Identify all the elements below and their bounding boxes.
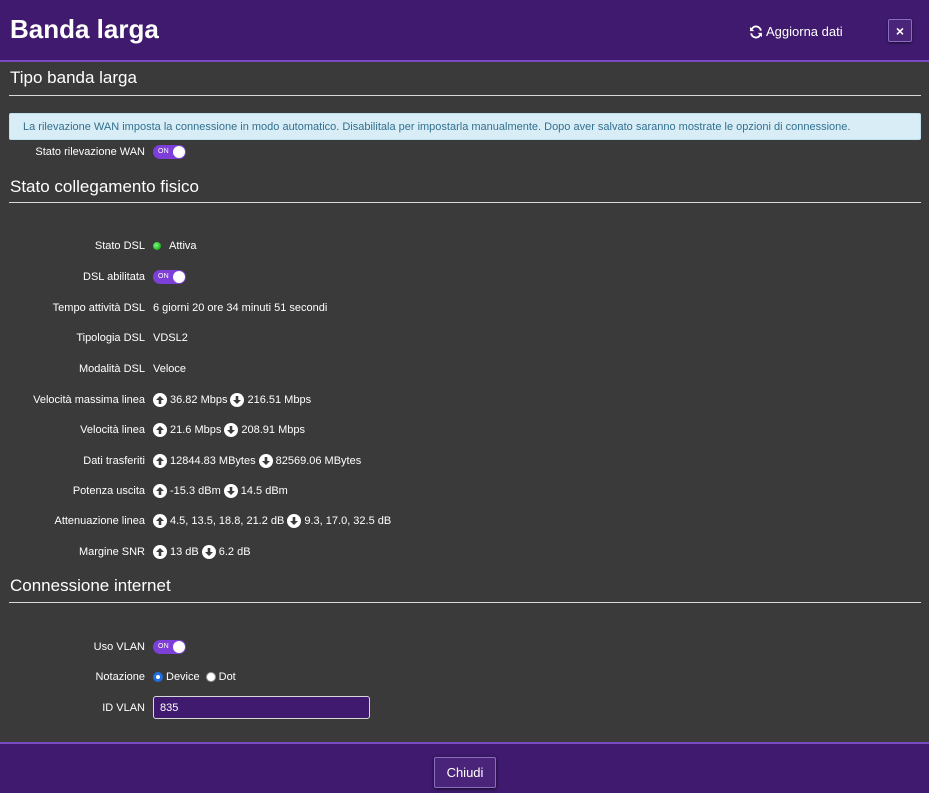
dsl-uptime-value: 6 giorni 20 ore 34 minuti 51 secondi [153, 302, 328, 314]
toggle-knob [173, 271, 185, 283]
arrow-up-icon [153, 454, 167, 468]
snr-margin-label: Margine SNR [78, 546, 145, 558]
toggle-on-text: ON [158, 148, 169, 155]
output-power-row: Potenza uscita -15.3 dBm 14.5 dBm [0, 483, 288, 499]
toggle-knob [173, 146, 185, 158]
notation-dot-label[interactable]: Dot [219, 671, 236, 683]
dsl-uptime-row: Tempo attività DSL 6 giorni 20 ore 34 mi… [0, 300, 328, 316]
vlan-usage-toggle[interactable]: ON [153, 640, 186, 654]
output-power-down-value: 14.5 dBm [240, 485, 288, 497]
arrow-up-icon [153, 484, 167, 498]
section-divider [9, 202, 921, 203]
wan-detection-row: Stato rilevazione WAN ON [0, 144, 186, 160]
toggle-on-text: ON [158, 643, 169, 650]
data-transferred-up-value: 12844.83 MBytes [170, 455, 256, 467]
arrow-up-icon [153, 545, 167, 559]
section-divider [9, 602, 921, 603]
refresh-label: Aggiorna dati [766, 24, 843, 39]
wan-detection-label: Stato rilevazione WAN [35, 146, 145, 158]
close-button[interactable]: Chiudi [434, 757, 496, 788]
data-transferred-row: Dati trasferiti 12844.83 MBytes 82569.06… [0, 453, 361, 469]
output-power-up-value: -15.3 dBm [170, 485, 221, 497]
section-title-stato: Stato collegamento fisico [10, 177, 199, 196]
data-transferred-label: Dati trasferiti [83, 455, 145, 467]
arrow-down-icon [223, 484, 238, 498]
arrow-down-icon [201, 545, 216, 559]
vlan-id-label: ID VLAN [102, 702, 145, 714]
page-title: Banda larga [10, 14, 159, 44]
notation-device-label[interactable]: Device [166, 671, 200, 683]
snr-margin-row: Margine SNR 13 dB 6.2 dB [0, 544, 251, 560]
arrow-up-icon [153, 393, 167, 407]
dsl-status-row: Stato DSL Attiva [0, 238, 197, 254]
dialog-header: Banda larga Aggiorna dati × [0, 0, 929, 62]
close-icon-button[interactable]: × [888, 19, 912, 42]
attenuation-up-value: 4.5, 13.5, 18.8, 21.2 dB [170, 515, 285, 527]
max-speed-down-value: 216.51 Mbps [247, 394, 312, 406]
output-power-label: Potenza uscita [72, 485, 145, 497]
dsl-enabled-label: DSL abilitata [83, 271, 145, 283]
line-speed-label: Velocità linea [80, 424, 145, 436]
dsl-type-label: Tipologia DSL [76, 332, 145, 344]
arrow-down-icon [230, 393, 245, 407]
max-speed-row: Velocità massima linea 36.82 Mbps 216.51… [0, 392, 311, 408]
vlan-usage-row: Uso VLAN ON [0, 639, 186, 655]
snr-margin-down-value: 6.2 dB [218, 546, 251, 558]
refresh-button[interactable]: Aggiorna dati [749, 24, 843, 39]
dsl-mode-row: Modalità DSL Veloce [0, 361, 186, 377]
line-speed-up-value: 21.6 Mbps [170, 424, 222, 436]
notation-device-radio[interactable] [153, 672, 163, 682]
dialog-footer: Chiudi [0, 742, 929, 793]
dsl-mode-label: Modalità DSL [78, 363, 145, 375]
vlan-id-row: ID VLAN [0, 700, 145, 716]
max-speed-label: Velocità massima linea [33, 394, 145, 406]
notation-row: Notazione Device Dot [0, 669, 235, 685]
refresh-icon [750, 25, 762, 38]
arrow-down-icon [287, 514, 302, 528]
attenuation-label: Attenuazione linea [54, 515, 145, 527]
info-alert-text: La rilevazione WAN imposta la connession… [23, 120, 851, 133]
notation-label: Notazione [95, 671, 145, 683]
dsl-status-label: Stato DSL [94, 240, 145, 252]
vlan-usage-label: Uso VLAN [93, 641, 145, 653]
dsl-status-value: Attiva [169, 240, 197, 252]
line-speed-down-value: 208.91 Mbps [241, 424, 305, 436]
dsl-type-value: VDSL2 [153, 332, 188, 344]
arrow-up-icon [153, 423, 167, 437]
toggle-on-text: ON [158, 273, 169, 280]
toggle-knob [173, 641, 185, 653]
data-transferred-down-value: 82569.06 MBytes [275, 455, 362, 467]
section-divider [9, 95, 921, 96]
line-speed-row: Velocità linea 21.6 Mbps 208.91 Mbps [0, 422, 305, 438]
attenuation-down-value: 9.3, 17.0, 32.5 dB [304, 515, 392, 527]
snr-margin-up-value: 13 dB [170, 546, 199, 558]
dsl-mode-value: Veloce [153, 363, 187, 375]
dsl-type-row: Tipologia DSL VDSL2 [0, 330, 188, 346]
dsl-enabled-row: DSL abilitata ON [0, 269, 186, 285]
dsl-enabled-toggle[interactable]: ON [153, 270, 186, 284]
info-alert: La rilevazione WAN imposta la connession… [9, 113, 921, 140]
dsl-uptime-label: Tempo attività DSL [52, 302, 145, 314]
arrow-up-icon [153, 514, 167, 528]
arrow-down-icon [258, 454, 273, 468]
arrow-down-icon [224, 423, 239, 437]
status-active-icon [153, 242, 161, 250]
notation-dot-radio[interactable] [205, 672, 216, 682]
wan-detection-toggle[interactable]: ON [153, 145, 186, 159]
attenuation-row: Attenuazione linea 4.5, 13.5, 18.8, 21.2… [0, 513, 391, 529]
max-speed-up-value: 36.82 Mbps [170, 394, 228, 406]
section-title-connessione: Connessione internet [10, 576, 171, 595]
section-title-tipo: Tipo banda larga [10, 68, 137, 87]
vlan-id-input[interactable] [153, 696, 370, 719]
